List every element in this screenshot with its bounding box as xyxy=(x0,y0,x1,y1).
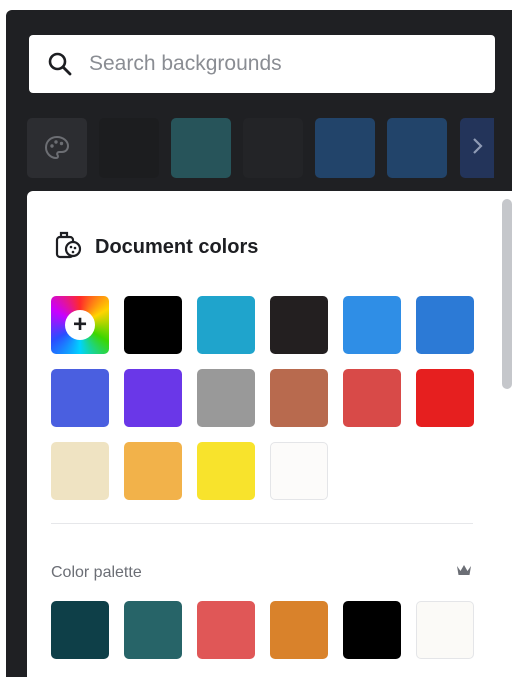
recent-color-swatch[interactable] xyxy=(171,118,231,178)
document-color-swatch[interactable] xyxy=(51,442,109,500)
crown-icon[interactable] xyxy=(455,563,473,582)
palette-color-swatch[interactable] xyxy=(416,601,474,659)
chevron-right-icon xyxy=(470,136,484,161)
document-color-swatch[interactable] xyxy=(124,296,182,354)
document-color-swatch[interactable] xyxy=(124,442,182,500)
document-color-swatch[interactable] xyxy=(270,442,328,500)
plus-icon: + xyxy=(65,310,95,340)
recent-color-swatch[interactable] xyxy=(99,118,159,178)
document-color-swatch[interactable] xyxy=(197,296,255,354)
colors-panel: Document colors + Color palette xyxy=(27,191,512,677)
palette-color-swatch[interactable] xyxy=(270,601,328,659)
document-color-swatch[interactable] xyxy=(416,369,474,427)
document-color-swatch[interactable] xyxy=(51,369,109,427)
search-icon xyxy=(43,47,77,81)
document-colors-title: Document colors xyxy=(95,235,259,258)
recent-color-swatch[interactable] xyxy=(387,118,447,178)
document-color-swatch[interactable] xyxy=(270,369,328,427)
background-panel: Search backgrounds Document colors + Col… xyxy=(6,10,512,677)
divider xyxy=(51,523,473,524)
next-colors-button[interactable] xyxy=(460,118,494,178)
document-color-swatch[interactable] xyxy=(270,296,328,354)
document-color-swatch[interactable] xyxy=(197,369,255,427)
palette-color-swatch[interactable] xyxy=(343,601,401,659)
document-color-swatch[interactable] xyxy=(124,369,182,427)
document-color-swatch[interactable] xyxy=(197,442,255,500)
document-color-swatch[interactable] xyxy=(343,296,401,354)
document-colors-icon xyxy=(53,229,83,266)
recent-color-swatch[interactable] xyxy=(315,118,375,178)
recent-color-swatch[interactable] xyxy=(243,118,303,178)
palette-color-swatch[interactable] xyxy=(51,601,109,659)
palette-icon[interactable] xyxy=(27,118,87,178)
search-input[interactable]: Search backgrounds xyxy=(89,52,282,76)
palette-color-swatch[interactable] xyxy=(124,601,182,659)
recent-colors-row xyxy=(27,118,512,178)
palette-color-swatch[interactable] xyxy=(197,601,255,659)
document-colors-header: Document colors xyxy=(53,229,258,265)
document-color-swatch[interactable] xyxy=(343,369,401,427)
color-palette-label: Color palette xyxy=(51,563,142,581)
add-color-button[interactable]: + xyxy=(51,296,109,354)
color-palette-header: Color palette xyxy=(51,563,473,582)
search-bar[interactable]: Search backgrounds xyxy=(29,35,495,93)
document-color-swatch[interactable] xyxy=(416,296,474,354)
scrollbar[interactable] xyxy=(502,199,512,389)
